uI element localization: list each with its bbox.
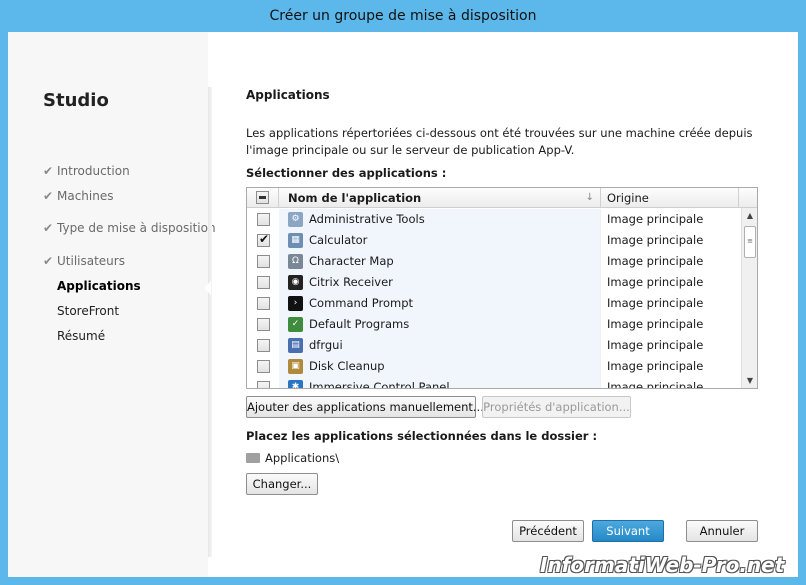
- back-button[interactable]: Précédent: [512, 520, 584, 542]
- step-summary: Résumé: [57, 329, 106, 343]
- app-origin-cell: Image principale: [607, 317, 704, 331]
- cancel-button[interactable]: Annuler: [686, 520, 758, 542]
- command-prompt-icon: ›: [288, 296, 303, 311]
- app-name-cell: ▦ Calculator: [279, 230, 601, 251]
- row-checkbox[interactable]: [257, 255, 270, 268]
- step-delivery-type: ✔ Type de mise à disposition: [43, 221, 216, 235]
- app-name-cell: ▣ Disk Cleanup: [279, 356, 601, 377]
- page-description: Les applications répertoriées ci-dessous…: [246, 126, 753, 157]
- disk-cleanup-icon: ▣: [288, 359, 303, 374]
- table-row[interactable]: ✔ ▦ Calculator Image principale: [247, 230, 741, 251]
- app-name: Disk Cleanup: [309, 359, 385, 373]
- table-row[interactable]: Ω Character Map Image principale: [247, 251, 741, 272]
- calculator-icon: ▦: [288, 233, 303, 248]
- app-origin-cell: Image principale: [607, 296, 704, 310]
- app-origin-cell: Image principale: [607, 359, 704, 373]
- table-scrollbar[interactable]: ▲ ≡ ▼: [741, 208, 757, 388]
- app-name: Character Map: [309, 254, 394, 268]
- folder-icon: [246, 452, 260, 463]
- dfrgui-icon: ▤: [288, 338, 303, 353]
- app-name: Command Prompt: [309, 296, 414, 310]
- scroll-down-icon[interactable]: ▼: [742, 373, 757, 388]
- table-header: Nom de l'application ↓ Origine: [247, 188, 757, 208]
- table-row[interactable]: ▤ dfrgui Image principale: [247, 335, 741, 356]
- column-header-name[interactable]: Nom de l'application ↓: [279, 188, 601, 208]
- step-storefront: StoreFront: [57, 304, 120, 318]
- wizard-window: Studio ✔ Introduction ✔ Machines ✔ Type de …: [8, 32, 798, 577]
- folder-label: Placez les applications sélectionnées da…: [246, 429, 598, 443]
- app-origin-cell: Image principale: [607, 212, 704, 226]
- scrollbar-thumb[interactable]: ≡: [744, 226, 756, 258]
- studio-title: Studio: [43, 90, 109, 111]
- window-title: Créer un groupe de mise à disposition: [0, 0, 806, 32]
- app-name: Default Programs: [309, 317, 410, 331]
- app-name-cell: Ω Character Map: [279, 251, 601, 272]
- citrix-receiver-icon: ◉: [288, 275, 303, 290]
- table-row[interactable]: ⚙ Administrative Tools Image principale: [247, 209, 741, 230]
- app-origin-cell: Image principale: [607, 380, 704, 389]
- step-users: ✔ Utilisateurs: [43, 254, 125, 268]
- sidebar-divider: [208, 87, 212, 557]
- applications-table: Nom de l'application ↓ Origine ⚙ Administ…: [246, 187, 758, 389]
- table-row[interactable]: ✓ Default Programs Image principale: [247, 314, 741, 335]
- add-applications-manually-button[interactable]: Ajouter des applications manuellement...: [246, 396, 484, 418]
- app-name-cell: › Command Prompt: [279, 293, 601, 314]
- app-origin-cell: Image principale: [607, 254, 704, 268]
- page-title: Applications: [246, 88, 330, 102]
- select-apps-label: Sélectionner des applications :: [246, 166, 447, 180]
- row-checkbox[interactable]: [257, 339, 270, 352]
- control-panel-icon: ✱: [288, 380, 303, 388]
- app-origin-cell: Image principale: [607, 275, 704, 289]
- app-name: Administrative Tools: [309, 212, 425, 226]
- character-map-icon: Ω: [288, 254, 303, 269]
- change-folder-button[interactable]: Changer...: [246, 473, 318, 495]
- select-all-header: [247, 188, 279, 208]
- app-origin-cell: Image principale: [607, 233, 704, 247]
- app-name: Citrix Receiver: [309, 275, 393, 289]
- scroll-up-icon[interactable]: ▲: [742, 208, 757, 224]
- row-checkbox[interactable]: ✔: [257, 232, 270, 247]
- checkmark-icon: ✔: [43, 221, 54, 235]
- folder-path: Applications\: [246, 451, 339, 465]
- administrative-tools-icon: ⚙: [288, 212, 303, 227]
- app-name-cell: ✓ Default Programs: [279, 314, 601, 335]
- checkmark-icon: ✔: [43, 164, 54, 178]
- row-checkbox[interactable]: [257, 318, 270, 331]
- checkmark-icon: ✔: [43, 189, 54, 203]
- table-row[interactable]: › Command Prompt Image principale: [247, 293, 741, 314]
- app-origin-cell: Image principale: [607, 338, 704, 352]
- app-name: Calculator: [309, 233, 368, 247]
- next-button[interactable]: Suivant: [592, 520, 664, 542]
- default-programs-icon: ✓: [288, 317, 303, 332]
- app-name: Immersive Control Panel: [309, 380, 450, 389]
- app-name-cell: ✱ Immersive Control Panel: [279, 377, 601, 389]
- app-name-cell: ◉ Citrix Receiver: [279, 272, 601, 293]
- main-content: Applications Les applications répertorié…: [246, 32, 786, 577]
- step-applications: Applications: [57, 279, 141, 293]
- row-checkbox[interactable]: [257, 276, 270, 289]
- table-row[interactable]: ◉ Citrix Receiver Image principale: [247, 272, 741, 293]
- checkmark-icon: ✔: [259, 232, 270, 246]
- step-introduction: ✔ Introduction: [43, 164, 130, 178]
- watermark: InformatiWeb-Pro.net: [540, 553, 785, 577]
- checkmark-icon: ✔: [43, 254, 54, 268]
- table-row[interactable]: ▣ Disk Cleanup Image principale: [247, 356, 741, 377]
- app-name-cell: ▤ dfrgui: [279, 335, 601, 356]
- step-machines: ✔ Machines: [43, 189, 114, 203]
- column-header-origin[interactable]: Origine: [601, 188, 739, 208]
- table-row[interactable]: ✱ Immersive Control Panel Image principale: [247, 377, 741, 389]
- app-name-cell: ⚙ Administrative Tools: [279, 209, 601, 230]
- row-checkbox[interactable]: [257, 381, 270, 388]
- row-checkbox[interactable]: [257, 213, 270, 226]
- app-name: dfrgui: [309, 338, 343, 352]
- current-step-pointer: [204, 281, 211, 295]
- row-checkbox[interactable]: [257, 297, 270, 310]
- application-properties-button[interactable]: Propriétés d'application...: [482, 396, 631, 418]
- sort-arrow-icon: ↓: [585, 192, 594, 203]
- select-all-checkbox[interactable]: [256, 191, 269, 204]
- wizard-sidebar: Studio ✔ Introduction ✔ Machines ✔ Type de …: [8, 32, 216, 577]
- row-checkbox[interactable]: [257, 360, 270, 373]
